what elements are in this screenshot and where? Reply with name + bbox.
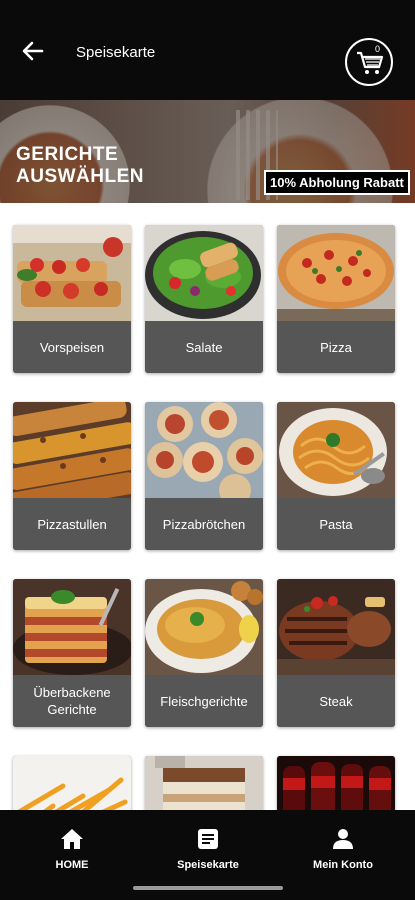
app-bar: Speisekarte 0 xyxy=(0,0,415,100)
menu-doc-icon xyxy=(198,829,218,849)
category-pizzabroetchen[interactable]: Pizzabrötchen xyxy=(145,402,263,550)
steak-image xyxy=(277,579,395,675)
category-grid: Vorspeisen Salate Pizza Pizzastullen Piz… xyxy=(0,203,415,810)
nav-speisekarte[interactable]: Speisekarte xyxy=(148,828,268,871)
hero-title-line1: GERICHTE xyxy=(16,144,119,165)
person-icon xyxy=(333,829,353,849)
category-ueberbackene-gerichte[interactable]: Überbackene Gerichte xyxy=(13,579,131,727)
category-pasta[interactable]: Pasta xyxy=(277,402,395,550)
category-getraenke[interactable] xyxy=(277,756,395,810)
category-vorspeisen[interactable]: Vorspeisen xyxy=(13,225,131,373)
back-arrow-icon[interactable] xyxy=(20,38,46,64)
category-label: Salate xyxy=(145,321,263,373)
category-steak[interactable]: Steak xyxy=(277,579,395,727)
category-label: Pizzastullen xyxy=(13,498,131,550)
nav-mein-konto[interactable]: Mein Konto xyxy=(283,828,403,871)
category-label: Pizza xyxy=(277,321,395,373)
category-fleischgerichte[interactable]: Fleischgerichte xyxy=(145,579,263,727)
fries-image xyxy=(13,756,131,810)
category-label: Pizzabrötchen xyxy=(145,498,263,550)
cola-image xyxy=(277,756,395,810)
pizza-image xyxy=(277,225,395,321)
category-pizzastullen[interactable]: Pizzastullen xyxy=(13,402,131,550)
category-label: Fleischgerichte xyxy=(145,675,263,727)
category-dessert[interactable] xyxy=(145,756,263,810)
hero-title: GERICHTE AUSWÄHLEN xyxy=(16,144,196,188)
lasagne-image xyxy=(13,579,131,675)
category-label: Überbackene Gerichte xyxy=(13,675,131,727)
category-label: Steak xyxy=(277,675,395,727)
nav-home[interactable]: HOME xyxy=(12,828,132,871)
discount-badge: 10% Abholung Rabatt xyxy=(264,170,410,195)
category-fries[interactable] xyxy=(13,756,131,810)
category-label: Pasta xyxy=(277,498,395,550)
pasta-image xyxy=(277,402,395,498)
cart-count: 0 xyxy=(375,44,381,54)
pizzastullen-image xyxy=(13,402,131,498)
category-pizza[interactable]: Pizza xyxy=(277,225,395,373)
nav-home-label: HOME xyxy=(55,859,89,871)
page-title: Speisekarte xyxy=(76,44,156,61)
home-icon xyxy=(61,829,83,849)
bottom-navigation: HOME Speisekarte Mein Konto xyxy=(0,810,415,900)
cart-button[interactable]: 0 xyxy=(345,38,393,86)
system-home-indicator[interactable] xyxy=(133,886,283,890)
schnitzel-image xyxy=(145,579,263,675)
salate-image xyxy=(145,225,263,321)
pizzabroetchen-image xyxy=(145,402,263,498)
nav-mein-konto-label: Mein Konto xyxy=(313,859,373,871)
vorspeisen-image xyxy=(13,225,131,321)
nav-speisekarte-label: Speisekarte xyxy=(177,859,239,871)
category-salate[interactable]: Salate xyxy=(145,225,263,373)
hero-title-line2: AUSWÄHLEN xyxy=(16,166,144,187)
tiramisu-image xyxy=(145,756,263,810)
category-label: Vorspeisen xyxy=(13,321,131,373)
